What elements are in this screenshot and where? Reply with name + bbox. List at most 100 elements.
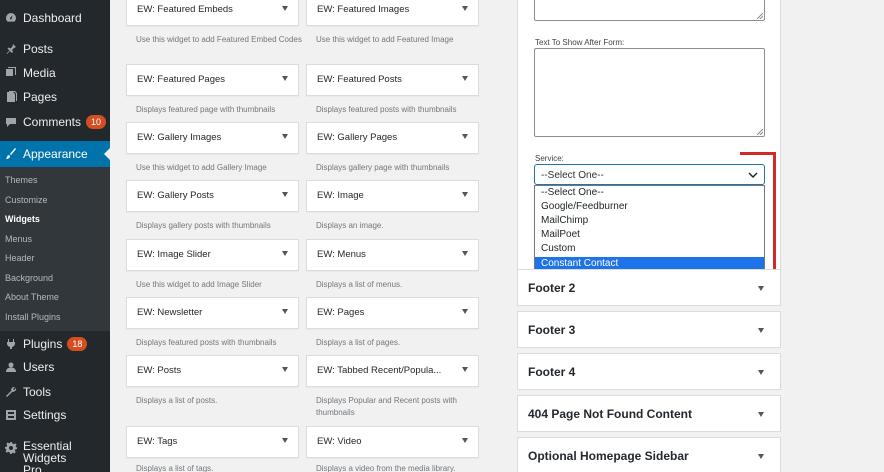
widget-tile[interactable]: EW: Tags xyxy=(126,426,299,458)
chevron-down-icon[interactable] xyxy=(282,438,288,443)
widget-tile[interactable]: EW: Gallery Images xyxy=(126,122,299,154)
submenu-item-about-theme[interactable]: About Theme xyxy=(5,292,59,302)
submenu-item-menus[interactable]: Menus xyxy=(5,234,32,244)
sidebar-item-label: Comments xyxy=(23,115,82,129)
widget-tile[interactable]: EW: Posts xyxy=(126,355,299,387)
sidebar-item-users[interactable]: Users xyxy=(0,355,110,379)
widget-description: Displays a list of menus. xyxy=(316,280,403,289)
sidebar-item-label: Pages xyxy=(23,90,58,104)
plugin-icon xyxy=(5,338,17,350)
widget-description: Displays featured posts with thumbnails xyxy=(136,338,277,347)
sidebar-item-label: Dashboard xyxy=(23,11,82,25)
widget-tile[interactable]: EW: Pages xyxy=(306,297,479,329)
widget-description: Displays a video from the media library. xyxy=(316,464,456,472)
sidebar-item-label: Posts xyxy=(23,42,54,56)
chevron-down-icon[interactable] xyxy=(462,309,468,314)
chevron-down-icon[interactable] xyxy=(282,309,288,314)
sidebar-area-homepage[interactable]: Optional Homepage Sidebar xyxy=(517,437,781,472)
sidebar-item-comments[interactable]: Comments 10 xyxy=(0,110,110,134)
submenu-item-widgets[interactable]: Widgets xyxy=(5,214,40,224)
chevron-down-icon[interactable] xyxy=(758,412,764,417)
submenu-item-install-plugins[interactable]: Install Plugins xyxy=(5,312,61,322)
chevron-down-icon[interactable] xyxy=(462,192,468,197)
resize-handle[interactable] xyxy=(757,13,763,19)
sidebar-item-media[interactable]: Media xyxy=(0,61,110,85)
plugins-count-badge: 18 xyxy=(67,337,88,351)
sidebar-area-404[interactable]: 404 Page Not Found Content xyxy=(517,395,781,432)
chevron-down-icon[interactable] xyxy=(462,134,468,139)
widget-tile[interactable]: EW: Featured Embeds xyxy=(126,0,299,26)
widget-description: Displays a list of pages. xyxy=(316,338,401,347)
sidebar-item-dashboard[interactable]: Dashboard xyxy=(0,6,110,30)
widget-tile[interactable]: EW: Tabbed Recent/Popula... xyxy=(306,355,479,387)
service-option[interactable]: MailChimp xyxy=(535,214,764,228)
widget-tile[interactable]: EW: Gallery Posts xyxy=(126,180,299,212)
chevron-down-icon[interactable] xyxy=(462,6,468,11)
widget-description: Use this widget to add Featured Image xyxy=(316,35,454,44)
submenu-item-themes[interactable]: Themes xyxy=(5,175,38,185)
widget-tile[interactable]: EW: Featured Pages xyxy=(126,64,299,96)
widget-tile[interactable]: EW: Featured Posts xyxy=(306,64,479,96)
widget-title: EW: Featured Pages xyxy=(137,74,226,85)
service-select[interactable]: --Select One-- xyxy=(534,164,765,185)
submenu-item-background[interactable]: Background xyxy=(5,273,53,283)
sidebar-area-footer-2[interactable]: Footer 2 xyxy=(517,269,781,306)
service-option[interactable]: Google/Feedburner xyxy=(535,200,764,214)
chevron-down-icon[interactable] xyxy=(462,438,468,443)
chevron-down-icon[interactable] xyxy=(462,251,468,256)
gear-icon xyxy=(5,442,17,454)
comments-count-badge: 10 xyxy=(86,115,107,129)
sidebar-item-pages[interactable]: Pages xyxy=(0,85,110,109)
widget-title: EW: Posts xyxy=(137,365,182,376)
sidebar-item-tools[interactable]: Tools xyxy=(0,380,110,404)
sidebar-item-essential-widgets[interactable]: Essential Widgets Pro xyxy=(0,440,110,472)
chevron-down-icon[interactable] xyxy=(462,367,468,372)
widget-description: Displays featured page with thumbnails xyxy=(136,105,276,114)
widget-tile[interactable]: EW: Image xyxy=(306,180,479,212)
widget-tile[interactable]: EW: Menus xyxy=(306,239,479,271)
submenu-item-customize[interactable]: Customize xyxy=(5,195,48,205)
sidebar-item-plugins[interactable]: Plugins 18 xyxy=(0,332,110,356)
widget-description: Use this widget to add Image Slider xyxy=(136,280,262,289)
chevron-down-icon[interactable] xyxy=(282,192,288,197)
service-option[interactable]: MailPoet xyxy=(535,228,764,242)
widget-description: Displays gallery page with thumbnails xyxy=(316,163,450,172)
widget-tile[interactable]: EW: Image Slider xyxy=(126,239,299,271)
page-icon xyxy=(5,91,17,103)
resize-handle[interactable] xyxy=(757,129,763,135)
widget-description: Displays featured posts with thumbnails xyxy=(316,105,457,114)
sidebar-item-label: Appearance xyxy=(23,147,88,161)
chevron-down-icon[interactable] xyxy=(758,328,764,333)
after-form-label: Text To Show After Form: xyxy=(535,38,625,47)
chevron-down-icon[interactable] xyxy=(282,6,288,11)
chevron-down-icon[interactable] xyxy=(758,454,764,459)
annotation-bracket xyxy=(740,152,776,285)
sidebar-item-settings[interactable]: Settings xyxy=(0,403,110,427)
chevron-down-icon[interactable] xyxy=(282,134,288,139)
chevron-down-icon[interactable] xyxy=(282,251,288,256)
text-after-form-textarea[interactable] xyxy=(534,48,765,137)
widget-tile[interactable]: EW: Gallery Pages xyxy=(306,122,479,154)
sidebar-area-footer-3[interactable]: Footer 3 xyxy=(517,311,781,348)
widget-tile[interactable]: EW: Newsletter xyxy=(126,297,299,329)
text-before-form-textarea[interactable] xyxy=(534,0,765,21)
comment-icon xyxy=(5,116,17,128)
sidebar-item-appearance[interactable]: Appearance xyxy=(0,141,110,167)
widget-tile[interactable]: EW: Video xyxy=(306,426,479,458)
service-option[interactable]: --Select One-- xyxy=(535,186,764,200)
widget-title: EW: Featured Images xyxy=(317,4,410,15)
sidebar-area-footer-4[interactable]: Footer 4 xyxy=(517,353,781,390)
settings-icon xyxy=(5,409,17,421)
sidebar-item-label: Tools xyxy=(23,385,52,399)
submenu-item-header[interactable]: Header xyxy=(5,253,35,263)
chevron-down-icon[interactable] xyxy=(282,76,288,81)
sidebar-item-posts[interactable]: Posts xyxy=(0,37,110,61)
widget-title: EW: Featured Posts xyxy=(317,74,402,85)
service-option[interactable]: Custom xyxy=(535,242,764,256)
chevron-down-icon[interactable] xyxy=(758,370,764,375)
chevron-down-icon[interactable] xyxy=(758,286,764,291)
brush-icon xyxy=(5,148,17,160)
chevron-down-icon[interactable] xyxy=(282,367,288,372)
widget-tile[interactable]: EW: Featured Images xyxy=(306,0,479,26)
chevron-down-icon[interactable] xyxy=(462,76,468,81)
